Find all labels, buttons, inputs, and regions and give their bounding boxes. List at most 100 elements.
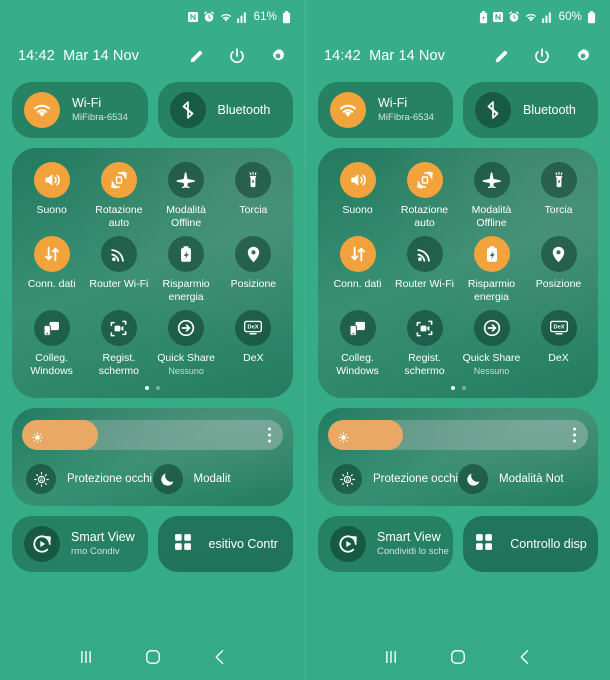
gear-icon[interactable] [269, 47, 287, 65]
tile-label: Posizione [230, 278, 277, 290]
dex-icon: DeX [540, 310, 577, 346]
tile-sound[interactable]: Suono [18, 162, 85, 230]
tile-label: Regist. schermo [98, 352, 139, 377]
phone-panel-left: 61% 14:42 Mar 14 Nov Wi-Fi MiFibra-6534 … [0, 0, 305, 680]
brightness-icon [338, 430, 349, 443]
pencil-icon[interactable] [188, 48, 205, 65]
back-icon[interactable] [515, 647, 535, 667]
tile-label: Risparmio energia [467, 278, 516, 303]
top-toggle-row: Wi-Fi MiFibra-6534 Bluetooth [0, 82, 305, 138]
back-icon[interactable] [210, 647, 230, 667]
page-dot[interactable] [145, 386, 149, 390]
more-vertical-icon[interactable] [268, 427, 271, 443]
home-icon[interactable] [448, 647, 468, 667]
tile-label: DeX [548, 352, 569, 364]
tile-dex[interactable]: DeX DeX [525, 310, 592, 378]
tile-quick-share[interactable]: Quick Share Nessuno [458, 310, 525, 378]
power-icon[interactable] [228, 47, 246, 65]
night-mode-label: Modalit [193, 473, 231, 485]
tile-label: Modalità Offline [166, 204, 206, 229]
page-dot[interactable] [461, 386, 466, 390]
tile-hotspot[interactable]: Router Wi-Fi [391, 236, 458, 304]
page-indicator [18, 378, 287, 392]
eye-comfort-toggle[interactable]: A Protezione occhi [332, 464, 458, 494]
smart-view-subtitle: rmo Condiv [71, 546, 120, 557]
status-bar: 61% [0, 0, 305, 34]
smart-view-card[interactable]: Smart View Condividi lo sche [318, 516, 453, 572]
tile-link-windows[interactable]: Colleg. Windows [18, 310, 85, 378]
device-control-card[interactable]: Controllo disp [463, 516, 598, 572]
tile-sound[interactable]: Suono [324, 162, 391, 230]
night-mode-label: Modalità Not [499, 473, 564, 485]
tile-battery-saver[interactable]: Risparmio energia [458, 236, 525, 304]
tile-quick-share[interactable]: Quick Share Nessuno [153, 310, 220, 378]
tile-label: Torcia [239, 204, 268, 216]
device-control-icon [474, 532, 494, 557]
smart-view-subtitle: Condividi lo sche [377, 546, 449, 557]
bluetooth-toggle-card[interactable]: Bluetooth [157, 82, 293, 138]
tile-auto-rotate[interactable]: Rotazione auto [85, 162, 152, 230]
tile-location[interactable]: Posizione [525, 236, 592, 304]
page-dot[interactable] [450, 386, 455, 390]
page-dot[interactable] [156, 386, 160, 390]
airplane-icon [473, 162, 510, 198]
smart-view-title: Smart View [71, 530, 135, 544]
night-mode-toggle[interactable]: Modalità Not [458, 464, 584, 494]
tile-label: Conn. dati [333, 278, 382, 290]
power-icon[interactable] [533, 47, 551, 65]
clock-time: 14:42 [18, 48, 55, 64]
tile-auto-rotate[interactable]: Rotazione auto [391, 162, 458, 230]
sound-icon [33, 162, 70, 198]
bluetooth-icon [169, 92, 206, 128]
tile-mobile-data[interactable]: Conn. dati [18, 236, 85, 304]
night-mode-icon [458, 464, 488, 494]
eye-comfort-toggle[interactable]: A Protezione occhi [26, 464, 153, 494]
gear-icon[interactable] [574, 47, 592, 65]
quick-share-icon [168, 310, 205, 346]
wifi-icon [219, 11, 233, 23]
tile-hotspot[interactable]: Router Wi-Fi [85, 236, 152, 304]
pencil-icon[interactable] [493, 48, 510, 65]
bluetooth-title: Bluetooth [523, 102, 576, 117]
night-mode-toggle[interactable]: Modalit [152, 464, 280, 494]
smart-view-card[interactable]: Smart View rmo Condiv [12, 516, 148, 572]
location-icon [235, 236, 272, 272]
bluetooth-toggle-card[interactable]: Bluetooth [463, 82, 598, 138]
recents-icon[interactable] [381, 647, 401, 667]
home-icon[interactable] [143, 647, 163, 667]
more-vertical-icon[interactable] [573, 427, 576, 443]
alarm-icon [508, 11, 520, 23]
tile-flashlight[interactable]: Torcia [220, 162, 287, 230]
recents-icon[interactable] [76, 647, 96, 667]
tile-airplane[interactable]: Modalità Offline [153, 162, 220, 230]
tile-location[interactable]: Posizione [220, 236, 287, 304]
tile-dex[interactable]: DeX DeX [220, 310, 287, 378]
tile-label: Quick Share [157, 352, 216, 364]
quick-settings-tiles-card: Suono Rotazione auto Modalità Offline Torci… [12, 148, 293, 398]
wifi-toggle-card[interactable]: Wi-Fi MiFibra-6534 [12, 82, 148, 138]
wifi-icon [524, 11, 538, 23]
smart-view-title: Smart View [377, 530, 441, 544]
brightness-slider[interactable] [328, 420, 588, 450]
tile-screen-record[interactable]: Regist. schermo [391, 310, 458, 378]
tile-flashlight[interactable]: Torcia [525, 162, 592, 230]
brightness-slider[interactable] [22, 420, 283, 450]
tile-link-windows[interactable]: Colleg. Windows [324, 310, 391, 378]
night-mode-icon [152, 464, 183, 494]
clock-datestring: Mar 14 Nov [63, 48, 140, 64]
brightness-card: A Protezione occhi Modalit [12, 408, 293, 506]
wifi-ssid: MiFibra-6534 [72, 112, 128, 123]
mobile-data-icon [339, 236, 376, 272]
tile-airplane[interactable]: Modalità Offline [458, 162, 525, 230]
nfc-icon [492, 11, 504, 23]
hotspot-icon [406, 236, 443, 272]
tile-label: Colleg. Windows [30, 352, 73, 377]
tile-sublabel: Nessuno [168, 366, 204, 376]
quick-settings-header: 14:42 Mar 14 Nov [306, 34, 610, 78]
hotspot-icon [100, 236, 137, 272]
wifi-toggle-card[interactable]: Wi-Fi MiFibra-6534 [318, 82, 453, 138]
tile-mobile-data[interactable]: Conn. dati [324, 236, 391, 304]
tile-battery-saver[interactable]: Risparmio energia [153, 236, 220, 304]
tile-screen-record[interactable]: Regist. schermo [85, 310, 152, 378]
device-control-card[interactable]: esitivo Contr [157, 516, 293, 572]
